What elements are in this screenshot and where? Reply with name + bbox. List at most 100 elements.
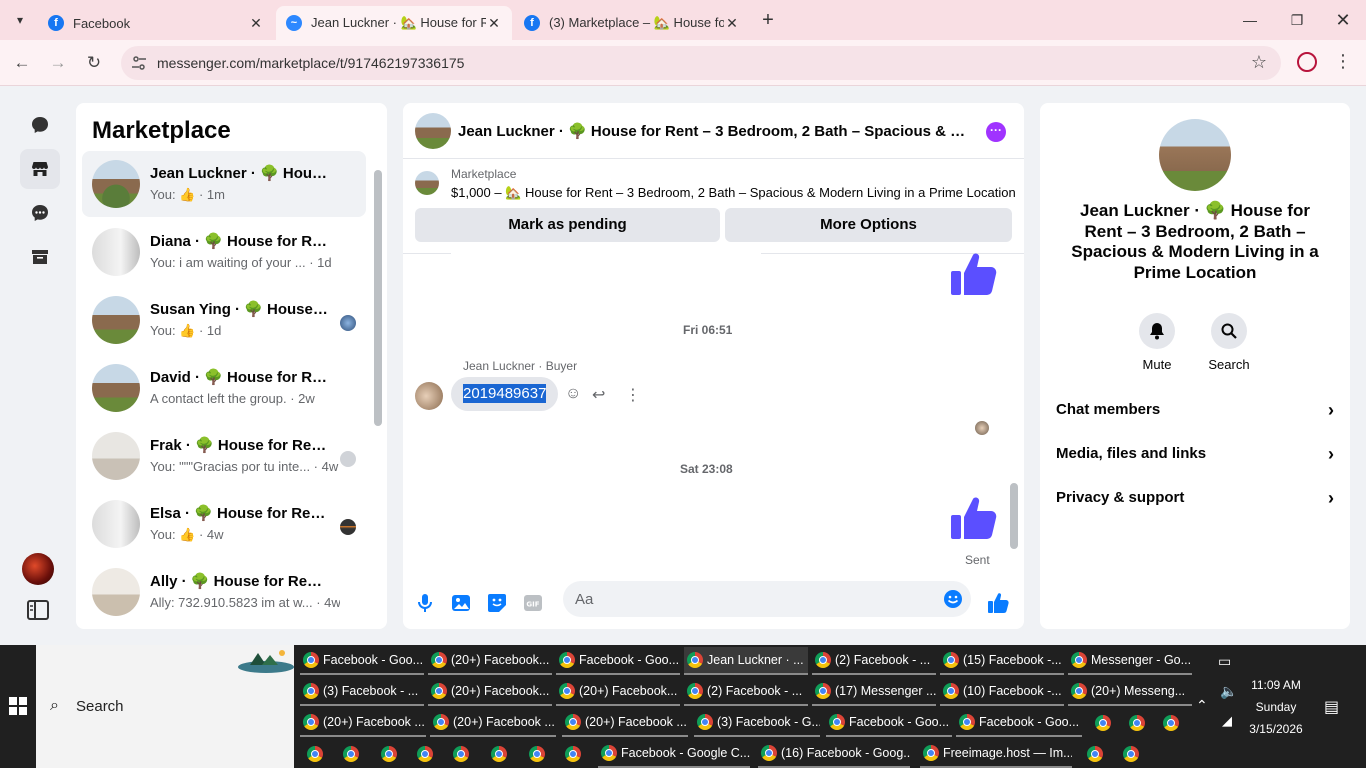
taskbar-window-button[interactable]: Facebook - Goo... bbox=[956, 709, 1082, 737]
conversation-item[interactable]: Diana · 🌳 House for Re... You: i am wait… bbox=[82, 219, 366, 285]
taskbar-window-button[interactable]: (10) Facebook -... bbox=[940, 678, 1064, 706]
battery-icon[interactable]: ▭ bbox=[1218, 653, 1231, 670]
chat-title[interactable]: Jean Luckner · 🌳 House for Rent – 3 Bedr… bbox=[458, 122, 968, 140]
notification-center-icon[interactable]: ▤ bbox=[1324, 697, 1339, 717]
listing-thumbnail[interactable] bbox=[415, 171, 439, 195]
conversation-item[interactable]: Ally · 🌳 House for Rent ... Ally: 732.91… bbox=[82, 559, 366, 625]
more-options-icon[interactable]: ··· bbox=[986, 122, 1006, 142]
close-tab-icon[interactable]: ✕ bbox=[724, 15, 740, 32]
photo-icon[interactable] bbox=[450, 592, 472, 614]
restore-button[interactable]: ❐ bbox=[1285, 8, 1309, 32]
taskbar-window-button[interactable]: Messenger - Go... bbox=[1068, 647, 1192, 675]
taskbar-window-button[interactable]: Facebook - Goo... bbox=[556, 647, 680, 675]
taskbar-window-button[interactable]: (3) Facebook - G... bbox=[694, 709, 820, 737]
reply-icon[interactable]: ↩ bbox=[592, 385, 605, 405]
sticker-icon[interactable] bbox=[486, 592, 508, 614]
search-conversation-button[interactable]: Search bbox=[1199, 313, 1259, 372]
chat-scrollbar[interactable] bbox=[1010, 483, 1018, 549]
conversation-item[interactable]: David · 🌳 House for Re... A contact left… bbox=[82, 355, 366, 421]
taskbar-window-button[interactable]: Freeimage.host — Im... bbox=[920, 740, 1072, 768]
close-tab-icon[interactable]: ✕ bbox=[486, 15, 502, 32]
taskbar-window-button[interactable]: Facebook - Goo... bbox=[300, 647, 424, 675]
address-bar[interactable]: messenger.com/marketplace/t/917462197336… bbox=[121, 46, 1281, 80]
message-more-icon[interactable]: ⋮ bbox=[625, 385, 641, 405]
taskbar-window-button[interactable]: (17) Messenger ... bbox=[812, 678, 936, 706]
microphone-icon[interactable] bbox=[414, 592, 436, 614]
conversation-item[interactable]: Frak · 🌳 House for Rent... You: """Graci… bbox=[82, 423, 366, 489]
taskbar-window-button[interactable]: (20+) Facebook... bbox=[428, 678, 552, 706]
taskbar-window-button[interactable]: Jean Luckner · ... bbox=[684, 647, 808, 675]
clock-day[interactable]: Sunday bbox=[1238, 700, 1314, 714]
chrome-taskbar-icon[interactable] bbox=[1126, 709, 1150, 737]
chrome-taskbar-icon[interactable] bbox=[378, 740, 402, 768]
emoji-icon[interactable] bbox=[943, 589, 963, 609]
avatar[interactable] bbox=[415, 113, 451, 149]
chrome-taskbar-icon[interactable] bbox=[414, 740, 438, 768]
windows-start-icon[interactable] bbox=[9, 697, 27, 715]
close-tab-icon[interactable]: ✕ bbox=[248, 15, 264, 32]
network-icon[interactable]: ◢ bbox=[1222, 713, 1232, 729]
back-button[interactable]: ← bbox=[10, 51, 34, 75]
taskbar-window-button[interactable]: Facebook - Google C... bbox=[598, 740, 750, 768]
react-icon[interactable]: ☺ bbox=[565, 385, 581, 403]
chrome-taskbar-icon[interactable] bbox=[562, 740, 586, 768]
message-input[interactable]: Aa bbox=[563, 581, 971, 617]
taskbar-window-button[interactable]: (16) Facebook - Goog... bbox=[758, 740, 910, 768]
taskbar-window-button[interactable]: Facebook - Goo... bbox=[826, 709, 952, 737]
taskbar-window-button[interactable]: (3) Facebook - ... bbox=[300, 678, 424, 706]
sender-avatar[interactable] bbox=[415, 382, 443, 410]
conversation-item[interactable]: Jean Luckner · 🌳 House... You: 👍 · 1m bbox=[82, 151, 366, 217]
browser-menu-icon[interactable]: ⋮ bbox=[1334, 51, 1352, 72]
reload-button[interactable]: ↻ bbox=[82, 51, 106, 75]
taskbar-window-button[interactable]: (2) Facebook - ... bbox=[684, 678, 808, 706]
taskbar-window-button[interactable]: (20+) Facebook ... bbox=[562, 709, 688, 737]
clock-time[interactable]: 11:09 AM bbox=[1238, 678, 1314, 692]
mute-button[interactable]: Mute bbox=[1127, 313, 1187, 372]
chrome-taskbar-icon[interactable] bbox=[1092, 709, 1116, 737]
user-avatar[interactable] bbox=[22, 553, 54, 585]
tab-marketplace[interactable]: f (3) Marketplace – 🏡 House for ✕ bbox=[514, 6, 750, 40]
taskbar-window-button[interactable]: (15) Facebook -... bbox=[940, 647, 1064, 675]
gif-icon[interactable]: GIF bbox=[522, 592, 544, 614]
clock-date[interactable]: 3/15/2026 bbox=[1238, 722, 1314, 736]
media-files-links-row[interactable]: Media, files and links › bbox=[1056, 439, 1334, 469]
chrome-taskbar-icon[interactable] bbox=[304, 740, 328, 768]
archive-icon[interactable] bbox=[20, 237, 60, 277]
message-requests-icon[interactable] bbox=[20, 193, 60, 233]
close-window-button[interactable]: ✕ bbox=[1331, 8, 1355, 32]
new-tab-button[interactable]: + bbox=[758, 10, 778, 30]
marketplace-icon[interactable] bbox=[20, 149, 60, 189]
taskbar-search[interactable]: ⌕ Search bbox=[36, 645, 294, 768]
chrome-taskbar-icon[interactable] bbox=[450, 740, 474, 768]
bookmark-star-icon[interactable]: ☆ bbox=[1251, 52, 1267, 73]
chat-members-row[interactable]: Chat members › bbox=[1056, 395, 1334, 425]
chrome-taskbar-icon[interactable] bbox=[526, 740, 550, 768]
chrome-taskbar-icon[interactable] bbox=[488, 740, 512, 768]
more-options-button[interactable]: More Options bbox=[725, 208, 1012, 242]
taskbar-window-button[interactable]: (20+) Facebook ... bbox=[300, 709, 426, 737]
tab-facebook[interactable]: f Facebook ✕ bbox=[38, 6, 274, 40]
message-bubble[interactable]: 2019489637 bbox=[451, 377, 559, 411]
tab-messenger-active[interactable]: ~ Jean Luckner · 🏡 House for Re ✕ bbox=[276, 6, 512, 40]
forward-button[interactable]: → bbox=[46, 51, 70, 75]
chrome-taskbar-icon[interactable] bbox=[1160, 709, 1184, 737]
sidebar-toggle-icon[interactable] bbox=[27, 600, 49, 620]
taskbar-window-button[interactable]: (20+) Facebook... bbox=[556, 678, 680, 706]
conversation-item[interactable]: Elsa · 🌳 House for Rent ... You: 👍 · 4w bbox=[82, 491, 366, 557]
profile-icon[interactable] bbox=[1297, 52, 1317, 72]
privacy-support-row[interactable]: Privacy & support › bbox=[1056, 483, 1334, 513]
taskbar-window-button[interactable]: (20+) Messeng... bbox=[1068, 678, 1192, 706]
chats-icon[interactable] bbox=[20, 105, 60, 145]
list-scrollbar[interactable] bbox=[374, 170, 382, 426]
taskbar-window-button[interactable]: (20+) Facebook... bbox=[428, 647, 552, 675]
chrome-taskbar-icon[interactable] bbox=[1084, 740, 1108, 768]
tab-search-icon[interactable]: ▾ bbox=[8, 9, 32, 31]
send-like-icon[interactable] bbox=[987, 592, 1009, 614]
listing-avatar[interactable] bbox=[1159, 119, 1231, 191]
taskbar-window-button[interactable]: (20+) Facebook ... bbox=[430, 709, 556, 737]
mark-as-pending-button[interactable]: Mark as pending bbox=[415, 208, 720, 242]
conversation-item[interactable]: Susan Ying · 🌳 House f... You: 👍 · 1d bbox=[82, 287, 366, 353]
show-hidden-icons[interactable]: ⌃ bbox=[1196, 697, 1208, 714]
chrome-taskbar-icon[interactable] bbox=[340, 740, 364, 768]
chrome-taskbar-icon[interactable] bbox=[1120, 740, 1144, 768]
